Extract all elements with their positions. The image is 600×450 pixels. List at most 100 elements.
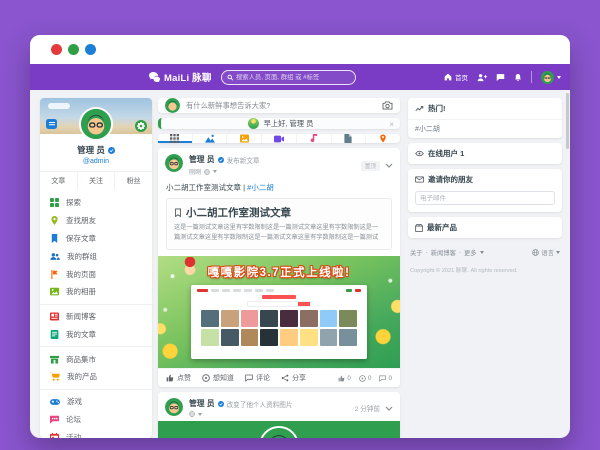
post-author-name[interactable]: 管理 员 [189,154,215,165]
avatar-cartoon [165,154,183,172]
article-preview-card[interactable]: 小二胡工作室测试文章 这是一篇测试文章这里有字数限制这是一篇测试文章这里有字数限… [166,198,392,250]
notifications-icon[interactable] [514,73,522,82]
tab-all-posts[interactable] [158,134,192,143]
desktop-background: MaiLi 脉聊 首页 [0,0,600,450]
message-user-button[interactable] [46,119,57,129]
comment-count[interactable]: 0 [379,375,392,382]
invite-email-field[interactable] [415,191,555,205]
post-header-info: 管理 员 发布新文章 刚刚 [189,154,355,176]
close-window-button[interactable] [51,44,62,55]
article-title[interactable]: 小二胡工作室测试文章 [186,205,291,220]
messages-icon[interactable] [496,73,505,82]
sidebar-item-my-pages[interactable]: 我的页面 [40,265,152,283]
language-selector[interactable]: 语言 [532,248,560,257]
nav-home-button[interactable]: 首页 [444,72,468,82]
profile-menu-button[interactable] [541,71,561,84]
more-link[interactable]: 更多 [464,248,477,257]
sidebar-item-news-blog[interactable]: 新闻博客 [40,308,152,326]
post-actions: 点赞 想知道 评论 分享 [158,368,400,387]
profile-cover-photo[interactable] [40,98,152,134]
feed-post-profile-change: 管理 员 改变了他个人资料图片 2 分钟前 [158,392,400,438]
image-icon [240,134,249,143]
menu-divider [40,304,152,305]
trending-icon [415,105,424,112]
camera-icon[interactable] [382,101,393,110]
trending-hashtag-link[interactable]: #小二胡 [408,119,562,138]
tab-music[interactable] [296,134,331,143]
wonder-count[interactable]: 0 [359,375,372,382]
tab-followers[interactable]: 粉丝 [114,172,152,190]
sidebar-item-explore[interactable]: 探索 [40,194,152,212]
sidebar-item-my-articles[interactable]: 我的文章 [40,325,152,343]
thumb-up-icon [338,375,345,382]
profile-settings-button[interactable] [135,120,147,132]
sidebar-item-forum[interactable]: 论坛 [40,411,152,429]
tab-photos[interactable] [192,134,227,143]
news-link[interactable]: 新闻博客 [431,248,456,257]
app-title: MaiLi 脉聊 [164,70,212,84]
post-author-name[interactable]: 管理 员 [189,398,215,409]
close-icon[interactable]: × [389,121,394,129]
sidebar-item-my-groups[interactable]: 我的群组 [40,247,152,265]
comment-icon [245,374,253,382]
chevron-down-icon[interactable] [213,170,217,173]
online-users-label[interactable]: 在线用户 1 [428,148,464,159]
minimize-window-button[interactable] [68,44,79,55]
tab-files[interactable] [331,134,366,143]
sidebar-item-label: 探索 [66,197,81,208]
globe-privacy-icon [204,169,210,175]
comment-button[interactable]: 评论 [245,373,270,383]
search-input[interactable] [236,74,350,81]
sidebar-item-games[interactable]: 游戏 [40,393,152,411]
profile-picture-image[interactable] [158,421,400,438]
sidebar-item-marketplace[interactable]: 商品集市 [40,350,152,368]
maximize-window-button[interactable] [85,44,96,55]
app-logo[interactable]: MaiLi 脉聊 [149,70,212,84]
post-hashtag-link[interactable]: #小二胡 [247,183,274,192]
dot-separator: · [459,249,461,256]
online-users-card: 在线用户 1 [408,143,562,164]
profile-avatar[interactable] [79,107,113,141]
sidebar-item-label: 商品集市 [66,354,96,365]
sidebar-item-my-albums[interactable]: 我的相册 [40,283,152,301]
sidebar-item-events[interactable]: 活动 [40,428,152,438]
post-image[interactable]: 嘎嘎影院3.7正式上线啦! [158,256,400,368]
profile-name: 管理 员 [77,144,105,156]
post-menu-chevron-icon[interactable] [385,163,393,168]
chevron-down-icon[interactable] [198,413,202,416]
tab-images[interactable] [226,134,261,143]
bookmark-icon [50,234,59,243]
like-label: 点赞 [177,373,191,383]
share-button[interactable]: 分享 [281,373,306,383]
wonder-button[interactable]: 想知道 [202,373,234,383]
about-link[interactable]: 关于 [410,248,423,257]
banner-headline: 嘎嘎影院3.7正式上线啦! [158,264,400,280]
email-input[interactable] [420,195,550,202]
sidebar-item-my-products[interactable]: 我的产品 [40,368,152,386]
tab-articles[interactable]: 文章 [40,172,77,190]
photos-icon [205,134,215,143]
global-search[interactable] [221,70,356,85]
tab-following[interactable]: 关注 [77,172,115,190]
like-button[interactable]: 点赞 [166,373,191,383]
post-author-avatar[interactable] [165,398,183,416]
scrollbar[interactable] [566,93,569,149]
sidebar-item-saved-articles[interactable]: 保存文章 [40,230,152,248]
nav-home-label: 首页 [455,72,468,82]
article-excerpt: 这是一篇测试文章这里有字数限制这是一篇测试文章这里有字数限制这是一篇测试文章这里… [174,223,384,243]
tab-videos[interactable] [261,134,296,143]
post-composer[interactable]: 有什么新鲜事想告诉大家? [158,98,400,113]
tab-location[interactable] [365,134,400,143]
sidebar-item-find-friends[interactable]: 查找朋友 [40,212,152,230]
post-author-avatar[interactable] [165,154,183,172]
add-friend-icon[interactable] [477,73,487,82]
post-menu-chevron-icon[interactable] [385,406,393,411]
language-label: 语言 [541,248,554,257]
verified-badge-icon [108,147,115,154]
composer-input[interactable]: 有什么新鲜事想告诉大家? [186,101,376,111]
sidebar-item-label: 我的群组 [67,251,97,262]
profile-handle[interactable]: @admin [40,158,152,165]
chevron-down-icon [557,76,561,79]
composer-avatar [165,98,180,113]
like-count[interactable]: 0 [338,375,351,382]
